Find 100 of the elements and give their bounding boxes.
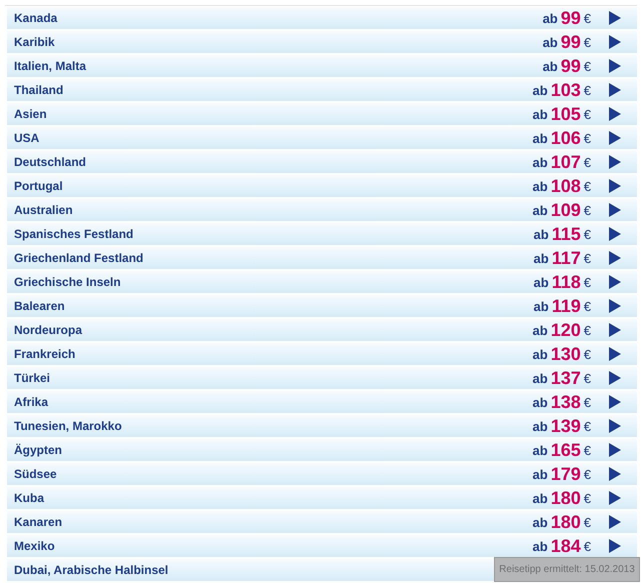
play-arrow-icon[interactable] — [609, 107, 621, 121]
play-arrow-icon[interactable] — [609, 467, 621, 481]
destination-row[interactable]: Ägypten ab 165 € — [7, 439, 637, 461]
price: 99 — [560, 9, 581, 27]
price: 139 — [550, 417, 581, 435]
destination-row[interactable]: Mexiko ab 184 € — [7, 535, 637, 557]
destination-row[interactable]: Frankreich ab 130 € — [7, 343, 637, 365]
play-arrow-icon[interactable] — [609, 347, 621, 361]
price-prefix: ab — [532, 538, 548, 554]
play-arrow-icon[interactable] — [609, 419, 621, 433]
destination-name: Afrika — [14, 395, 48, 409]
price-prefix: ab — [532, 370, 548, 386]
destination-row[interactable]: Kanada ab 99 € — [7, 7, 637, 29]
play-arrow-icon[interactable] — [609, 515, 621, 529]
price: 109 — [550, 201, 581, 219]
currency: € — [584, 538, 591, 554]
play-arrow-icon[interactable] — [609, 83, 621, 97]
currency: € — [584, 178, 591, 194]
currency: € — [584, 418, 591, 434]
destination-name: Griechische Inseln — [14, 275, 121, 289]
destination-name: Südsee — [14, 467, 57, 481]
play-arrow-icon[interactable] — [609, 539, 621, 553]
price-prefix: ab — [532, 346, 548, 362]
destination-row[interactable]: USA ab 106 € — [7, 127, 637, 149]
destination-row[interactable]: Kuba ab 180 € — [7, 487, 637, 509]
price-prefix: ab — [542, 34, 558, 50]
currency: € — [584, 82, 591, 98]
play-arrow-icon[interactable] — [609, 251, 621, 265]
currency: € — [584, 394, 591, 410]
destination-row[interactable]: Balearen ab 119 € — [7, 295, 637, 317]
currency: € — [584, 274, 591, 290]
destination-row[interactable]: Afrika ab 138 € — [7, 391, 637, 413]
destination-name: Portugal — [14, 179, 63, 193]
play-arrow-icon[interactable] — [609, 275, 621, 289]
destination-row[interactable]: Griechenland Festland ab 117 € — [7, 247, 637, 269]
play-arrow-icon[interactable] — [609, 491, 621, 505]
play-arrow-icon[interactable] — [609, 443, 621, 457]
destination-row[interactable]: Türkei ab 137 € — [7, 367, 637, 389]
destination-row[interactable]: Südsee ab 179 € — [7, 463, 637, 485]
currency: € — [584, 106, 591, 122]
play-arrow-icon[interactable] — [609, 227, 621, 241]
destination-row[interactable]: Nordeuropa ab 120 € — [7, 319, 637, 341]
price: 105 — [550, 105, 581, 123]
destination-name: Tunesien, Marokko — [14, 419, 122, 433]
price: 99 — [560, 57, 581, 75]
currency: € — [584, 202, 591, 218]
price: 106 — [550, 129, 581, 147]
currency: € — [584, 514, 591, 530]
price-prefix: ab — [532, 82, 548, 98]
play-arrow-icon[interactable] — [609, 35, 621, 49]
play-arrow-icon[interactable] — [609, 59, 621, 73]
destination-row[interactable]: Spanisches Festland ab 115 € — [7, 223, 637, 245]
destination-name: Deutschland — [14, 155, 86, 169]
destination-name: Kanaren — [14, 515, 62, 529]
price: 120 — [550, 321, 581, 339]
play-arrow-icon[interactable] — [609, 299, 621, 313]
destination-row[interactable]: Australien ab 109 € — [7, 199, 637, 221]
destination-row[interactable]: Thailand ab 103 € — [7, 79, 637, 101]
price-prefix: ab — [532, 490, 548, 506]
currency: € — [584, 58, 591, 74]
play-arrow-icon[interactable] — [609, 131, 621, 145]
destination-row[interactable]: Italien, Malta ab 99 € — [7, 55, 637, 77]
price-prefix: ab — [532, 322, 548, 338]
destination-row[interactable]: Kanaren ab 180 € — [7, 511, 637, 533]
play-arrow-icon[interactable] — [609, 203, 621, 217]
price: 130 — [550, 345, 581, 363]
currency: € — [584, 10, 591, 26]
price: 180 — [550, 513, 581, 531]
destination-row[interactable]: Griechische Inseln ab 118 € — [7, 271, 637, 293]
destination-row[interactable]: Tunesien, Marokko ab 139 € — [7, 415, 637, 437]
play-arrow-icon[interactable] — [609, 371, 621, 385]
currency: € — [584, 490, 591, 506]
play-arrow-icon[interactable] — [609, 155, 621, 169]
price-prefix: ab — [532, 394, 548, 410]
price: 184 — [550, 537, 581, 555]
destination-name: Türkei — [14, 371, 50, 385]
play-arrow-icon[interactable] — [609, 11, 621, 25]
price-prefix: ab — [542, 10, 558, 26]
destination-row[interactable]: Karibik ab 99 € — [7, 31, 637, 53]
play-arrow-icon[interactable] — [609, 323, 621, 337]
destination-name: Mexiko — [14, 539, 55, 553]
price-prefix: ab — [532, 106, 548, 122]
price-prefix: ab — [534, 298, 549, 314]
price-prefix: ab — [532, 178, 548, 194]
destination-name: Dubai, Arabische Halbinsel — [14, 563, 168, 577]
destination-row[interactable]: Asien ab 105 € — [7, 103, 637, 125]
currency: € — [584, 370, 591, 386]
price: 107 — [550, 153, 581, 171]
destination-name: Griechenland Festland — [14, 251, 144, 265]
destination-row[interactable]: Portugal ab 108 € — [7, 175, 637, 197]
destination-name: Italien, Malta — [14, 59, 86, 73]
play-arrow-icon[interactable] — [609, 179, 621, 193]
destination-name: Kanada — [14, 11, 58, 25]
price-prefix: ab — [532, 130, 548, 146]
price-prefix: ab — [532, 202, 548, 218]
destination-row[interactable]: Deutschland ab 107 € — [7, 151, 637, 173]
price: 118 — [552, 273, 581, 291]
price-prefix: ab — [532, 442, 548, 458]
price: 165 — [550, 441, 581, 459]
play-arrow-icon[interactable] — [609, 395, 621, 409]
